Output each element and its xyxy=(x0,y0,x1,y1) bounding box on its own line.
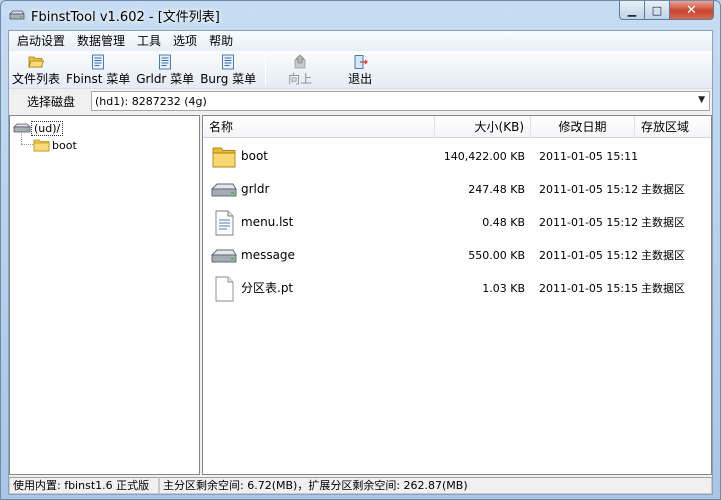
client-area: 启动设置 数据管理 工具 选项 帮助 文件列表 Fbinst 菜单 Grldr … xyxy=(8,30,713,495)
file-name: grldr xyxy=(241,182,270,196)
grldr-menu-button[interactable]: Grldr 菜单 xyxy=(133,53,197,87)
chevron-down-icon: ▼ xyxy=(698,95,705,105)
tree-connector xyxy=(21,144,33,145)
file-area: 主数据区 xyxy=(641,183,685,196)
menu-data-management[interactable]: 数据管理 xyxy=(71,31,131,51)
exit-label: 退出 xyxy=(348,72,373,86)
maximize-icon: □ xyxy=(651,3,663,17)
status-space: 主分区剩余空间: 6.72(MB)，扩展分区剩余空间: 262.87(MB) xyxy=(159,476,712,494)
minimize-button[interactable]: ▁ xyxy=(619,1,645,20)
drive-icon xyxy=(9,10,25,20)
file-size: 0.48 KB xyxy=(482,216,525,229)
file-area: 主数据区 xyxy=(641,282,685,295)
folder-icon xyxy=(33,139,50,152)
burg-menu-label: Burg 菜单 xyxy=(200,72,257,86)
file-list-label: 文件列表 xyxy=(12,72,61,86)
file-date: 2011-01-05 15:11 xyxy=(539,150,639,163)
file-name: 分区表.pt xyxy=(241,281,294,295)
disk-select-bar: 选择磁盘 (hd1): 8287232 (4g) ▼ xyxy=(9,89,712,113)
disk-select-label: 选择磁盘 xyxy=(27,94,76,109)
tree-node-root[interactable]: (ud)/ xyxy=(13,120,64,136)
file-size: 1.03 KB xyxy=(482,282,525,295)
tree-node-boot-label: boot xyxy=(52,138,77,152)
list-item[interactable]: boot 140,422.00 KB 2011-01-05 15:11 xyxy=(203,140,711,173)
menu-options[interactable]: 选项 xyxy=(167,31,203,51)
tree-node-root-label: (ud)/ xyxy=(31,120,64,136)
disk-select-dropdown[interactable]: (hd1): 8287232 (4g) ▼ xyxy=(91,91,710,111)
toolbar-separator xyxy=(265,55,267,85)
exit-button[interactable]: 退出 xyxy=(328,53,392,87)
menu-help[interactable]: 帮助 xyxy=(203,31,239,51)
grldr-menu-label: Grldr 菜单 xyxy=(136,72,195,86)
fbinst-menu-label: Fbinst 菜单 xyxy=(66,72,131,86)
up-label: 向上 xyxy=(288,72,313,86)
column-header-date[interactable]: 修改日期 xyxy=(531,116,635,138)
list-item[interactable]: 分区表.pt 1.03 KB 2011-01-05 15:15 主数据区 xyxy=(203,272,711,305)
exit-door-icon xyxy=(354,55,369,69)
file-date: 2011-01-05 15:15 xyxy=(539,282,639,295)
file-name: boot xyxy=(241,149,269,163)
document-icon xyxy=(92,54,105,70)
up-folder-icon xyxy=(294,54,306,69)
file-name: menu.lst xyxy=(241,215,294,229)
folder-open-icon xyxy=(28,56,44,68)
file-date: 2011-01-05 15:12 xyxy=(539,216,639,229)
status-kernel: 使用内置: fbinst1.6 正式版 xyxy=(9,476,159,494)
list-header: 名称 大小(KB) 修改日期 存放区域 xyxy=(203,116,711,138)
window-title: FbinstTool v1.602 - [文件列表] xyxy=(31,9,220,25)
column-header-name[interactable]: 名称 xyxy=(203,116,435,138)
up-button[interactable]: 向上 xyxy=(272,53,328,87)
text-file-icon xyxy=(215,210,234,236)
list-item[interactable]: message 550.00 KB 2011-01-05 15:12 主数据区 xyxy=(203,239,711,272)
list-item[interactable]: grldr 247.48 KB 2011-01-05 15:12 主数据区 xyxy=(203,173,711,206)
fbinst-menu-button[interactable]: Fbinst 菜单 xyxy=(63,53,133,87)
toolbar: 文件列表 Fbinst 菜单 Grldr 菜单 Burg 菜单 向上 退出 xyxy=(9,51,712,89)
maximize-button[interactable]: □ xyxy=(645,1,670,20)
blank-file-icon xyxy=(215,276,234,302)
folder-tree[interactable]: (ud)/ boot xyxy=(9,115,200,475)
file-area: 主数据区 xyxy=(641,249,685,262)
file-size: 140,422.00 KB xyxy=(443,150,525,163)
menu-bar: 启动设置 数据管理 工具 选项 帮助 xyxy=(9,31,712,51)
disk-select-value: (hd1): 8287232 (4g) xyxy=(95,94,207,108)
tree-node-boot[interactable]: boot xyxy=(33,137,79,153)
column-header-size[interactable]: 大小(KB) xyxy=(435,116,531,138)
list-item[interactable]: menu.lst 0.48 KB 2011-01-05 15:12 主数据区 xyxy=(203,206,711,239)
drive-icon xyxy=(13,123,31,133)
drive-icon xyxy=(211,249,237,263)
main-panes: (ud)/ boot 名称 大小(KB) 修改日期 存放区域 boot 140,… xyxy=(9,115,712,475)
file-list-button[interactable]: 文件列表 xyxy=(9,53,63,87)
minimize-icon: ▁ xyxy=(627,3,637,17)
status-bar: 使用内置: fbinst1.6 正式版 主分区剩余空间: 6.72(MB)，扩展… xyxy=(9,476,712,494)
close-button[interactable]: ✕ xyxy=(670,1,714,20)
file-date: 2011-01-05 15:12 xyxy=(539,249,639,262)
title-bar[interactable]: FbinstTool v1.602 - [文件列表] ▁ □ ✕ xyxy=(1,1,720,29)
app-window: FbinstTool v1.602 - [文件列表] ▁ □ ✕ 启动设置 数据… xyxy=(0,0,721,500)
file-size: 550.00 KB xyxy=(468,249,525,262)
drive-icon xyxy=(211,183,237,197)
menu-tools[interactable]: 工具 xyxy=(131,31,167,51)
document-icon xyxy=(222,54,235,70)
burg-menu-button[interactable]: Burg 菜单 xyxy=(197,53,259,87)
menu-boot-settings[interactable]: 启动设置 xyxy=(11,31,71,51)
file-size: 247.48 KB xyxy=(468,183,525,196)
folder-icon xyxy=(212,147,236,168)
file-date: 2011-01-05 15:12 xyxy=(539,183,639,196)
file-list[interactable]: 名称 大小(KB) 修改日期 存放区域 boot 140,422.00 KB 2… xyxy=(202,115,712,475)
document-icon xyxy=(159,54,172,70)
close-icon: ✕ xyxy=(686,2,697,18)
column-header-area[interactable]: 存放区域 xyxy=(635,116,711,138)
file-name: message xyxy=(241,248,295,262)
file-area: 主数据区 xyxy=(641,216,685,229)
